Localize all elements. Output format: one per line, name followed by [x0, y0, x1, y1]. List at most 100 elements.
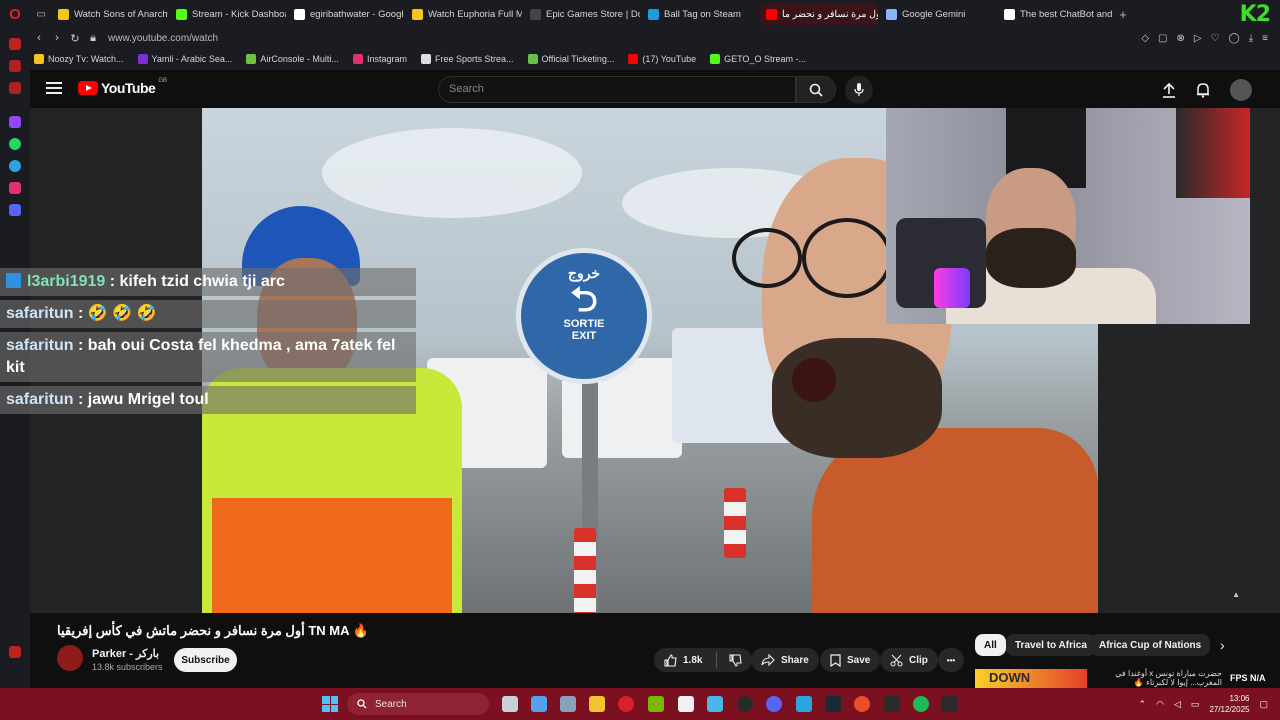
bookmark-icon[interactable]: ◇: [1141, 33, 1149, 44]
copilot-icon[interactable]: [531, 696, 547, 712]
share-button[interactable]: Share: [751, 648, 819, 672]
download-icon[interactable]: ⤓: [1249, 33, 1253, 44]
notification-icon[interactable]: ▢: [1259, 699, 1268, 710]
windows-start-icon[interactable]: [322, 696, 338, 712]
bookmark-item[interactable]: Official Ticketing...: [527, 54, 614, 64]
recommended-thumbnail[interactable]: DOWN: [975, 669, 1087, 688]
youtube-logo[interactable]: YouTube GB: [78, 78, 167, 96]
channel-name[interactable]: Parker - باركر: [92, 647, 159, 660]
tab-label: egiribathwater - Google: [310, 8, 404, 20]
menu-icon[interactable]: ≡: [1262, 33, 1268, 44]
aria-icon[interactable]: [9, 38, 21, 50]
browser-tab[interactable]: The best ChatBot and W: [998, 3, 1114, 25]
chat-username: safaritun: [6, 305, 74, 322]
channel-avatar[interactable]: [57, 645, 83, 671]
user-avatar[interactable]: [1230, 79, 1252, 101]
opera-gx-icon[interactable]: [618, 696, 634, 712]
settings-icon[interactable]: [560, 696, 576, 712]
wifi-icon[interactable]: ◠: [1156, 699, 1164, 710]
volume-icon[interactable]: ◁: [1174, 699, 1181, 710]
account-icon[interactable]: ◯: [1229, 33, 1240, 44]
gx-icon[interactable]: [9, 646, 21, 658]
taskbar-search[interactable]: Search: [347, 693, 489, 715]
like-button[interactable]: 1.8k: [654, 648, 753, 672]
browser-tab[interactable]: Watch Sons of Anarchy f: [52, 3, 168, 25]
like-count: 1.8k: [683, 654, 703, 666]
sign-arabic-text: خروج: [567, 265, 601, 281]
worker-vest-orange: [212, 498, 452, 613]
workspaces-icon[interactable]: ▭: [30, 9, 52, 20]
forward-icon[interactable]: ›: [48, 32, 66, 44]
bookmark-item[interactable]: (17) YouTube: [628, 54, 696, 64]
bookmark-item[interactable]: GETO_O Stream -...: [710, 54, 806, 64]
cloud: [322, 128, 582, 218]
epic-games-icon[interactable]: [884, 696, 900, 712]
search-button[interactable]: [796, 76, 836, 103]
subscribe-button[interactable]: Subscribe: [174, 648, 237, 672]
upload-icon[interactable]: [1162, 82, 1176, 98]
discord-icon[interactable]: [9, 204, 21, 216]
origin-icon[interactable]: [854, 696, 870, 712]
store-icon[interactable]: [678, 696, 694, 712]
steam-icon[interactable]: [825, 696, 841, 712]
thumbs-up-icon: [664, 653, 677, 667]
obs-icon[interactable]: [737, 696, 753, 712]
news-icon[interactable]: [9, 82, 21, 94]
twitch-icon[interactable]: [9, 116, 21, 128]
epic-games-icon[interactable]: [942, 696, 958, 712]
thumbs-down-icon[interactable]: [729, 653, 743, 667]
browser-tab[interactable]: Ball Tag on Steam: [642, 3, 758, 25]
browser-tab[interactable]: Epic Games Store | Dow: [524, 3, 640, 25]
discord-icon[interactable]: [766, 696, 782, 712]
new-tab-button[interactable]: +: [1114, 7, 1132, 22]
chips-next-icon[interactable]: ›: [1220, 637, 1225, 653]
url-field[interactable]: www.youtube.com/watch: [108, 33, 218, 44]
browser-tab[interactable]: Google Gemini: [880, 3, 996, 25]
chevron-up-icon[interactable]: ⌃: [1139, 699, 1147, 710]
clock[interactable]: 13:06 27/12/2025: [1209, 693, 1249, 715]
browser-tab[interactable]: أول مرة نسافر و نحضر ما: [760, 3, 878, 25]
task-view-icon[interactable]: [502, 696, 518, 712]
more-actions-button[interactable]: •••: [938, 648, 964, 672]
whatsapp-icon[interactable]: [9, 138, 21, 150]
play-icon[interactable]: ▷: [1194, 33, 1202, 44]
browser-tab[interactable]: Watch Euphoria Full Mov: [406, 3, 522, 25]
bookmark-label: GETO_O Stream -...: [724, 54, 806, 64]
stream-chat-overlay: l3arbi1919 : kifeh tzid chwia tji arc sa…: [0, 268, 416, 414]
voice-search-button[interactable]: [845, 76, 873, 104]
search-input[interactable]: Search: [438, 76, 796, 103]
recommended-title[interactable]: حضرت مباراة تونس x أوغندا في المغرب... إ…: [1092, 669, 1222, 687]
back-icon[interactable]: ‹: [30, 32, 48, 44]
bookmark-item[interactable]: Instagram: [352, 54, 407, 64]
reload-icon[interactable]: ↻: [66, 32, 84, 45]
notifications-bell-icon[interactable]: [1196, 82, 1210, 98]
telegram-icon[interactable]: [9, 160, 21, 172]
app-icon[interactable]: [707, 696, 723, 712]
chip-all[interactable]: All: [975, 634, 1006, 656]
browser-tab[interactable]: egiribathwater - Google: [288, 3, 404, 25]
adblock-icon[interactable]: ⊗: [1176, 33, 1184, 44]
clip-button[interactable]: Clip: [880, 648, 938, 672]
player-icon[interactable]: [9, 60, 21, 72]
browser-tab[interactable]: Stream - Kick Dashboard: [170, 3, 286, 25]
hamburger-menu-icon[interactable]: [46, 82, 62, 94]
bookmark-item[interactable]: Noozy Tv: Watch...: [34, 54, 124, 64]
heart-icon[interactable]: ♡: [1211, 33, 1220, 44]
bookmark-item[interactable]: Free Sports Strea...: [420, 54, 514, 64]
share-label: Share: [781, 654, 809, 666]
chip-africa-cup[interactable]: Africa Cup of Nations: [1090, 634, 1211, 656]
save-button[interactable]: Save: [820, 648, 881, 672]
bookmark-item[interactable]: Yamli - Arabic Sea...: [137, 54, 232, 64]
bookmark-item[interactable]: AirConsole - Multi...: [246, 54, 339, 64]
spotify-icon[interactable]: [913, 696, 929, 712]
instagram-icon[interactable]: [9, 182, 21, 194]
nvidia-icon[interactable]: [648, 696, 664, 712]
chip-travel-to-africa[interactable]: Travel to Africa: [1006, 634, 1096, 656]
bookmark-favicon-icon: [710, 54, 721, 64]
app-icon[interactable]: [796, 696, 812, 712]
snapshot-icon[interactable]: ▢: [1158, 33, 1167, 44]
battery-icon[interactable]: ▭: [1191, 699, 1200, 710]
opera-logo-icon[interactable]: O: [0, 0, 30, 28]
file-explorer-icon[interactable]: [589, 696, 605, 712]
chat-message: safaritun : bah oui Costa fel khedma , a…: [0, 332, 416, 382]
